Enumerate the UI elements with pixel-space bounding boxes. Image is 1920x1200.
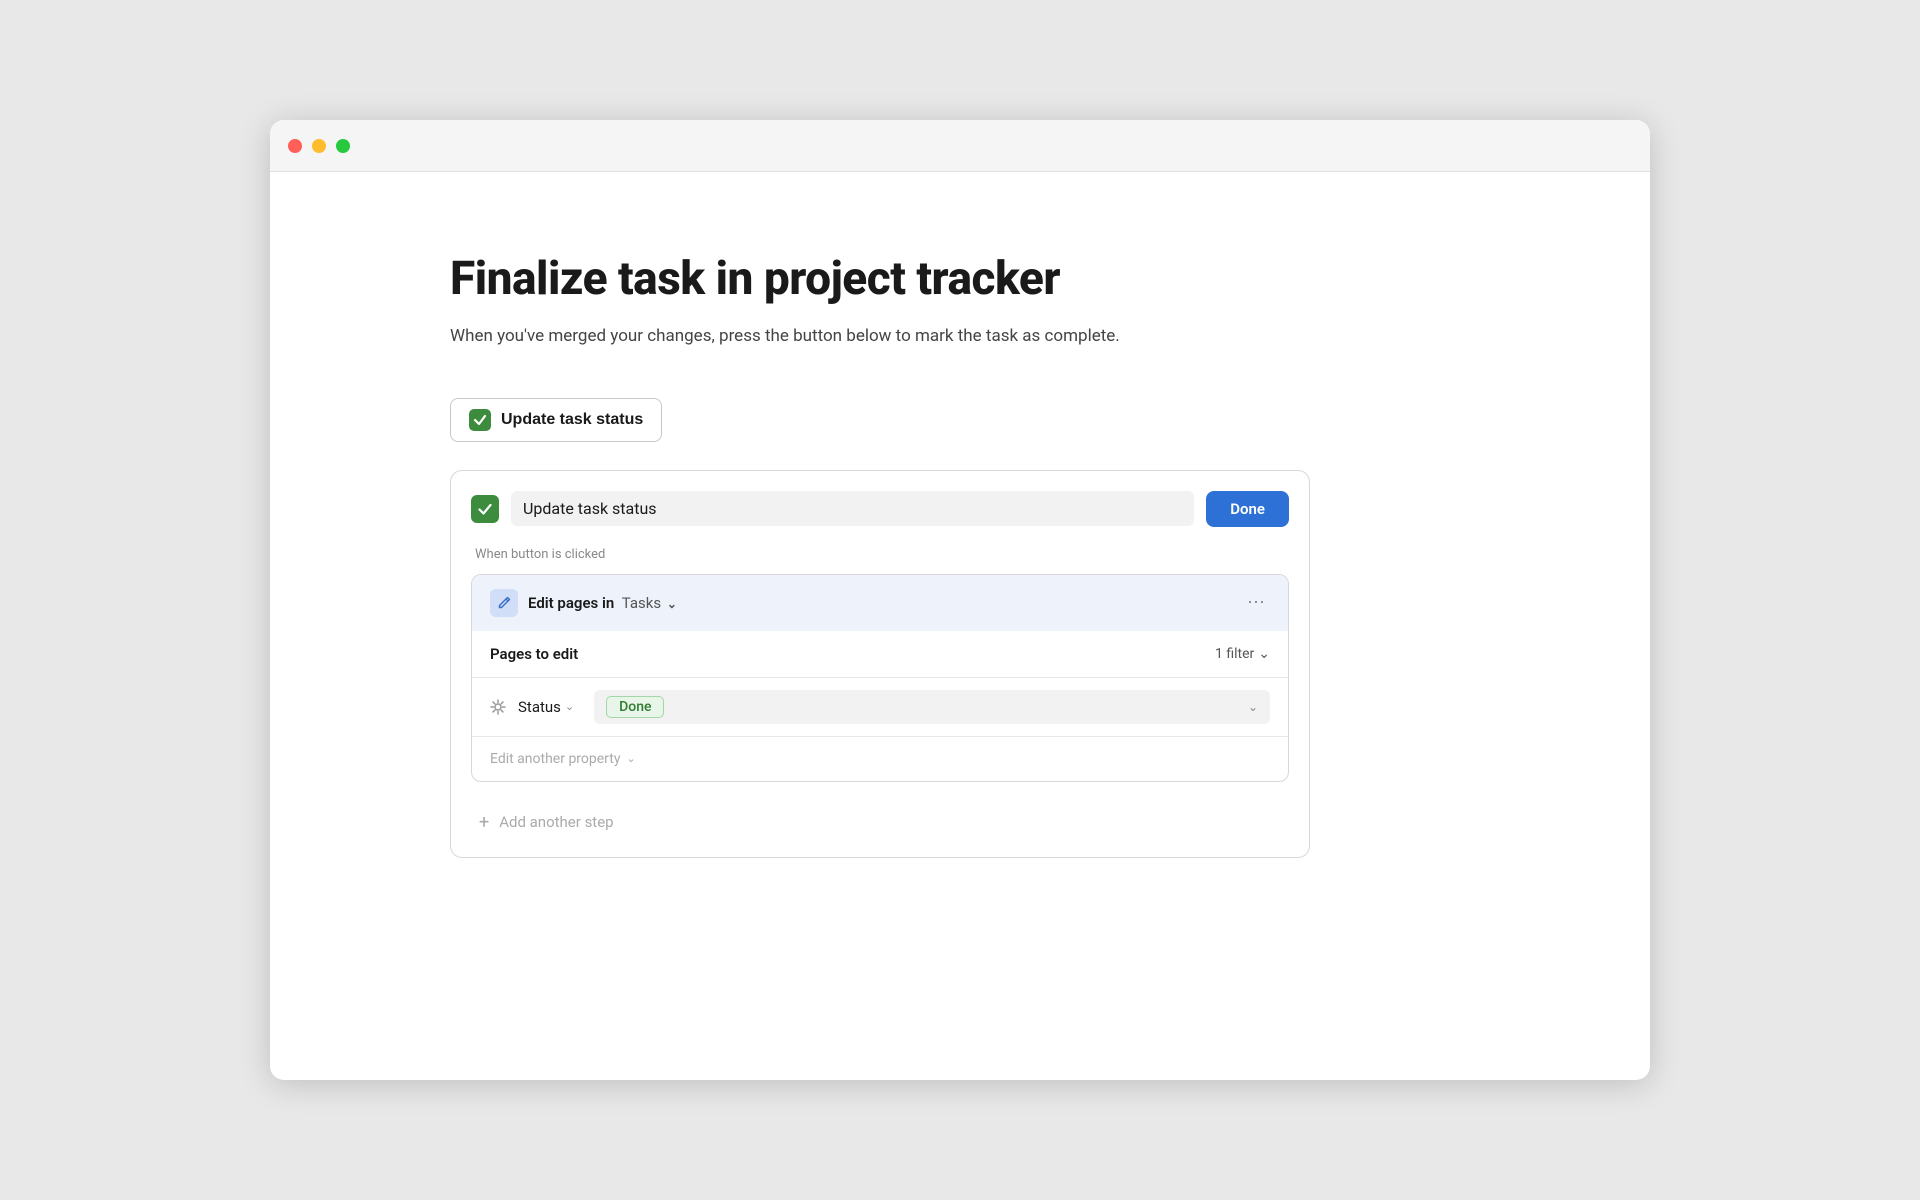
filter-chevron-icon: ⌄ — [1258, 646, 1270, 662]
status-name[interactable]: Status ⌄ — [518, 698, 574, 716]
when-label: When button is clicked — [471, 547, 1289, 562]
status-chevron-icon: ⌄ — [565, 700, 574, 713]
edit-property-chevron-icon: ⌄ — [626, 752, 635, 765]
add-another-step-row[interactable]: + Add another step — [471, 798, 1289, 837]
card-header: Done — [471, 491, 1289, 527]
more-options-button[interactable]: ⋯ — [1243, 592, 1270, 613]
edit-pages-icon — [490, 589, 518, 617]
page-content: Finalize task in project tracker When yo… — [270, 172, 1650, 938]
app-window: Finalize task in project tracker When yo… — [270, 120, 1650, 1080]
step-header-left: Edit pages in Tasks ⌄ — [490, 589, 677, 617]
trigger-button-label: Update task status — [501, 411, 643, 429]
db-name-label: Tasks ⌄ — [618, 594, 677, 612]
status-value-chevron-icon: ⌄ — [1248, 700, 1258, 714]
step-title: Edit pages in Tasks ⌄ — [528, 594, 677, 612]
update-task-status-trigger[interactable]: Update task status — [450, 398, 662, 442]
add-icon: + — [479, 812, 489, 833]
done-badge: Done — [606, 696, 664, 718]
filter-label[interactable]: 1 filter ⌄ — [1215, 646, 1270, 662]
minimize-button[interactable] — [312, 139, 326, 153]
close-button[interactable] — [288, 139, 302, 153]
step-header: Edit pages in Tasks ⌄ ⋯ — [472, 575, 1288, 631]
status-spinner-icon — [490, 699, 506, 715]
page-title: Finalize task in project tracker — [450, 252, 1470, 306]
titlebar — [270, 120, 1650, 172]
maximize-button[interactable] — [336, 139, 350, 153]
checkmark-icon — [473, 413, 487, 427]
done-button[interactable]: Done — [1206, 491, 1289, 527]
status-value-container[interactable]: Done ⌄ — [594, 690, 1270, 724]
edit-pages-label: Edit pages in — [528, 594, 614, 612]
page-subtitle: When you've merged your changes, press t… — [450, 324, 1470, 350]
edit-another-property-label: Edit another property — [490, 751, 620, 767]
filter-count: 1 filter — [1215, 646, 1254, 662]
pages-to-edit-row: Pages to edit 1 filter ⌄ — [472, 631, 1288, 678]
card-title-input[interactable] — [511, 491, 1194, 526]
step-card: Edit pages in Tasks ⌄ ⋯ Pages to edit 1 … — [471, 574, 1289, 782]
add-another-step-label: Add another step — [499, 813, 613, 831]
pages-to-edit-label: Pages to edit — [490, 645, 578, 663]
trigger-checkbox-icon — [469, 409, 491, 431]
card-checkmark-icon — [477, 501, 493, 517]
edit-another-property-row[interactable]: Edit another property ⌄ — [472, 737, 1288, 781]
status-row: Status ⌄ Done ⌄ — [472, 678, 1288, 737]
status-label-text: Status — [518, 698, 561, 716]
card-header-checkbox-icon — [471, 495, 499, 523]
db-chevron-icon: ⌄ — [667, 597, 677, 611]
main-card: Done When button is clicked — [450, 470, 1310, 858]
